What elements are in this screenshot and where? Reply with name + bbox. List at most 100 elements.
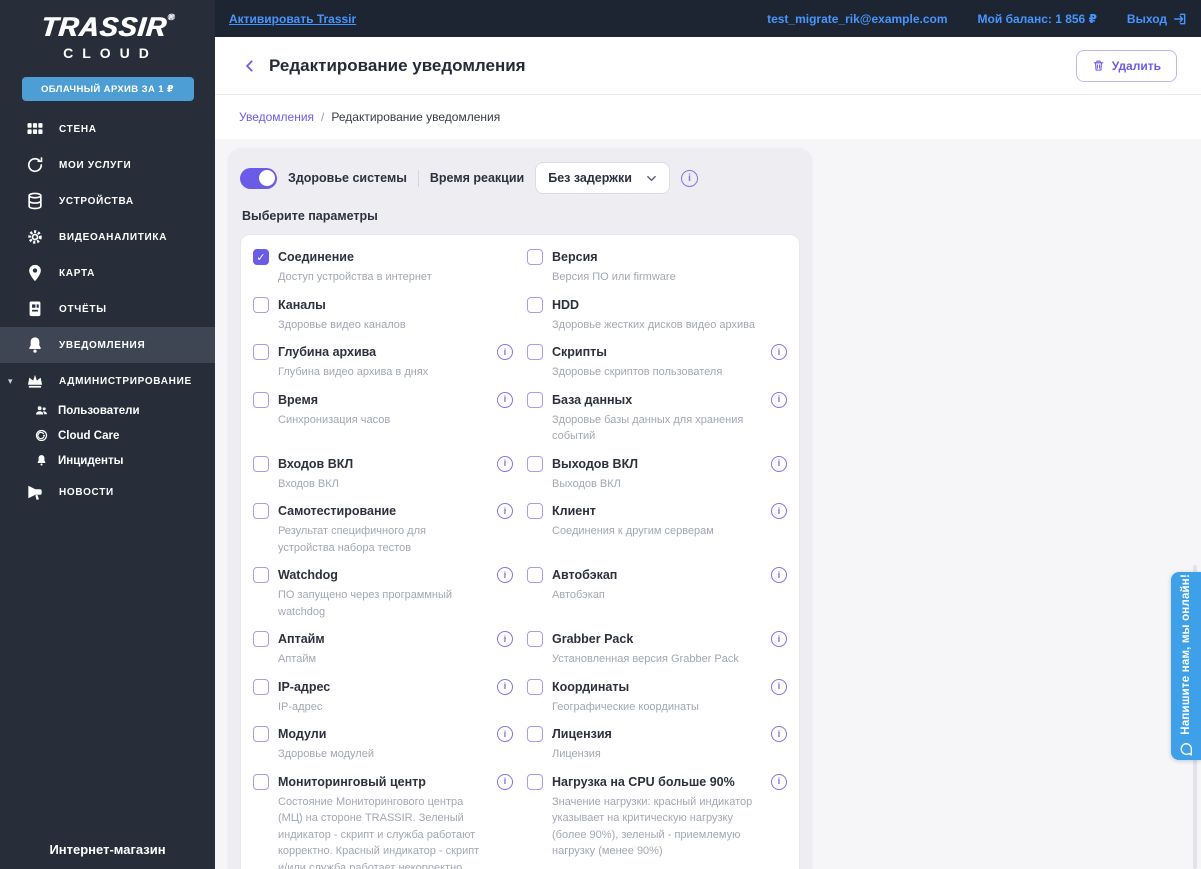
checkbox[interactable] — [253, 455, 269, 472]
param-head: Лицензия i — [527, 726, 787, 742]
breadcrumb-link-notifications[interactable]: Уведомления — [239, 110, 314, 124]
param-head: Клиент i — [527, 503, 787, 519]
sidebar-item-devices[interactable]: УСТРОЙСТВА — [0, 183, 215, 219]
checkbox[interactable] — [527, 249, 543, 265]
sidebar-item-crown[interactable]: ▾ АДМИНИСТРИРОВАНИЕ — [0, 363, 215, 399]
info-icon[interactable]: i — [771, 503, 787, 519]
system-health-label: Здоровье системы — [288, 171, 407, 185]
params-title: Выберите параметры — [242, 209, 378, 223]
param-label: Каналы — [278, 297, 326, 312]
sidebar-subitem-label: Cloud Care — [58, 430, 120, 442]
checkbox[interactable] — [527, 503, 543, 519]
sidebar-item-services[interactable]: МОИ УСЛУГИ — [0, 147, 215, 183]
param-item: Глубина архива i Глубина видео архива в дн… — [253, 344, 513, 381]
info-icon[interactable]: i — [771, 773, 787, 790]
checkbox[interactable] — [253, 631, 269, 647]
checkbox[interactable] — [527, 631, 543, 647]
checkbox[interactable] — [527, 344, 543, 360]
delay-select[interactable]: Без задержки — [535, 162, 670, 194]
system-health-toggle[interactable] — [240, 167, 277, 189]
logout-button[interactable]: Выход — [1127, 12, 1187, 26]
param-desc: Синхронизация часов — [278, 413, 391, 426]
checkbox[interactable] — [253, 391, 269, 408]
param-desc: Здоровье модулей — [278, 748, 374, 760]
param-item: Grabber Pack i Установленная версия Grabbe… — [527, 631, 787, 668]
info-icon[interactable]: i — [497, 503, 513, 519]
param-desc: Аптайм — [278, 653, 317, 665]
caret-down-icon[interactable]: ▾ — [8, 376, 13, 387]
sidebar-item-news[interactable]: НОВОСТИ — [0, 474, 215, 510]
internet-shop-link[interactable]: Интернет-магазин — [0, 828, 215, 869]
info-icon[interactable]: i — [497, 773, 513, 790]
info-icon[interactable]: i — [497, 391, 513, 408]
delete-button[interactable]: Удалить — [1075, 49, 1177, 82]
param-desc: Доступ устройства в интернет — [278, 271, 432, 283]
back-button[interactable] — [239, 55, 261, 77]
sidebar-item-label: ВИДЕОАНАЛИТИКА — [59, 231, 168, 243]
info-icon[interactable]: i — [497, 678, 513, 695]
chat-tab[interactable]: Напишите нам, мы онлайн! — [1171, 572, 1201, 760]
checkbox[interactable] — [253, 296, 269, 313]
param-label: База данных — [552, 392, 633, 407]
sidebar-subitem-label: Пользователи — [58, 405, 140, 417]
sidebar-subitem-users[interactable]: Пользователи — [0, 399, 215, 423]
trassir-cloud-logo[interactable]: TRASSIR® CLOUD — [0, 0, 215, 69]
info-icon[interactable]: i — [771, 567, 787, 583]
checkbox[interactable] — [253, 567, 269, 583]
param-head: Глубина архива i — [253, 344, 513, 360]
checkbox[interactable] — [253, 344, 269, 360]
checkbox[interactable] — [527, 391, 543, 408]
info-icon[interactable]: i — [771, 678, 787, 695]
sidebar-item-map[interactable]: КАРТА — [0, 255, 215, 291]
info-icon[interactable]: i — [771, 726, 787, 742]
activate-trassir-link[interactable]: Активировать Trassir — [229, 12, 356, 26]
checkbox[interactable] — [527, 726, 543, 742]
balance-label[interactable]: Мой баланс: 1 856 ₽ — [978, 12, 1097, 26]
user-email[interactable]: test_migrate_rik@example.com — [767, 12, 947, 26]
info-icon[interactable]: i — [497, 455, 513, 472]
sidebar-item-wall[interactable]: СТЕНА — [0, 111, 215, 147]
sidebar-subitem-cloudcare[interactable]: Cloud Care — [0, 424, 215, 448]
param-item: Каналы Здоровье видео каналов — [253, 296, 513, 334]
param-item: HDD Здоровье жестких дисков видео архива — [527, 296, 787, 334]
param-label: Watchdog — [278, 568, 338, 582]
content-area: Здоровье системы Время реакции Без задер… — [215, 140, 1201, 869]
notification-settings-panel: Здоровье системы Время реакции Без задер… — [228, 148, 812, 869]
sidebar-item-reports[interactable]: ОТЧЁТЫ — [0, 291, 215, 327]
param-item: IP-адрес i IP-адрес — [253, 678, 513, 716]
checkbox[interactable] — [527, 678, 543, 695]
checkbox[interactable] — [527, 296, 543, 313]
param-head: Координаты i — [527, 678, 787, 695]
param-desc: Географические координаты — [552, 700, 699, 713]
crown-icon — [24, 370, 46, 392]
checkbox[interactable]: ✓ — [253, 249, 269, 265]
checkbox[interactable] — [527, 455, 543, 472]
cloud-archive-button[interactable]: ОБЛАЧНЫЙ АРХИВ ЗА 1 ₽ — [21, 77, 194, 101]
sidebar-item-notifications[interactable]: УВЕДОМЛЕНИЯ — [0, 327, 215, 363]
checkbox[interactable] — [253, 773, 269, 790]
param-label: Самотестирование — [278, 504, 397, 518]
param-item: Нагрузка на CPU больше 90% i Значение нагр… — [527, 773, 787, 869]
checkbox[interactable] — [527, 773, 543, 790]
param-desc: IP-адрес — [278, 700, 323, 713]
checkbox[interactable] — [253, 678, 269, 695]
param-desc: ПО запущено через программный watchdog — [278, 589, 453, 618]
topbar: Активировать Trassir test_migrate_rik@ex… — [215, 0, 1201, 37]
param-head: Входов ВКЛ i — [253, 455, 513, 472]
info-icon[interactable]: i — [497, 344, 513, 360]
info-icon[interactable]: i — [497, 631, 513, 647]
info-icon[interactable]: i — [771, 391, 787, 408]
info-icon[interactable]: i — [497, 567, 513, 583]
info-icon[interactable]: i — [771, 455, 787, 472]
info-icon[interactable]: i — [497, 726, 513, 742]
info-icon[interactable]: i — [771, 631, 787, 647]
params-grid: ✓ Соединение Доступ устройства в интернет В… — [253, 249, 787, 869]
sidebar-subitem-incidents[interactable]: Инциденты — [0, 449, 215, 473]
reaction-time-info-icon[interactable]: i — [681, 169, 698, 187]
checkbox[interactable] — [253, 726, 269, 742]
checkbox[interactable] — [527, 567, 543, 583]
sidebar-item-analytics[interactable]: ВИДЕОАНАЛИТИКА — [0, 219, 215, 255]
checkbox[interactable] — [253, 503, 269, 519]
info-icon[interactable]: i — [771, 344, 787, 360]
chevron-down-icon — [647, 175, 656, 181]
